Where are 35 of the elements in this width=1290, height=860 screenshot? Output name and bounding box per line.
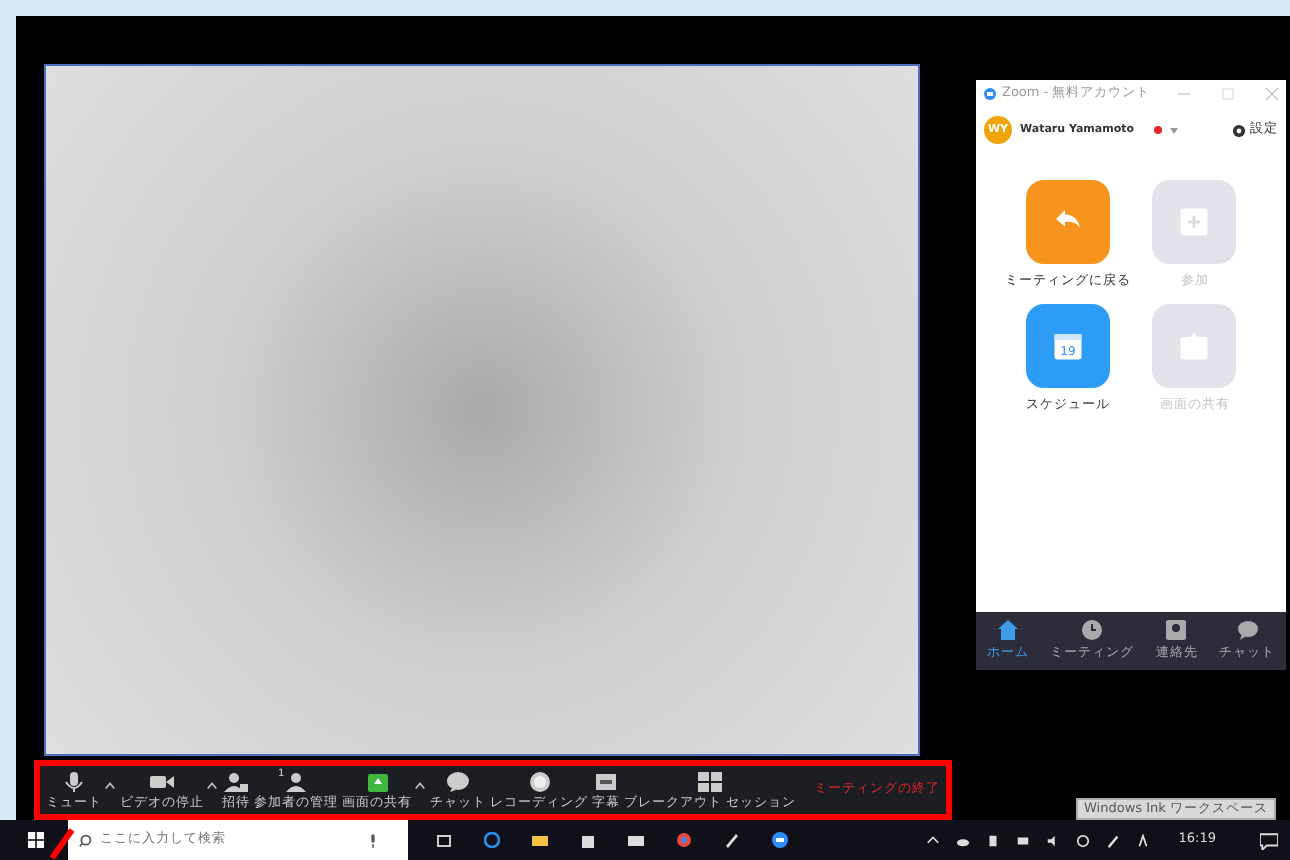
person-plus-icon	[224, 771, 248, 792]
clock-icon	[1082, 619, 1103, 640]
record-icon	[527, 771, 551, 792]
search-icon	[78, 833, 92, 847]
annotation-line	[48, 828, 76, 860]
captions-icon	[594, 771, 618, 792]
share-screen-icon	[365, 771, 389, 792]
grid-icon	[698, 771, 723, 792]
browser-icon	[484, 832, 500, 848]
minimize-icon	[1178, 88, 1190, 100]
video-camera-icon	[772, 832, 788, 848]
notification-icon	[1260, 831, 1278, 849]
keyboard-letter-icon	[1136, 833, 1151, 847]
task-view-icon	[436, 832, 452, 848]
video-camera-icon	[150, 771, 174, 792]
microphone-icon	[62, 771, 86, 792]
plus-icon	[1176, 204, 1213, 240]
home-icon	[997, 619, 1018, 640]
chevron-up-icon	[926, 833, 941, 847]
microphone-icon	[368, 833, 378, 847]
caret-icon	[1170, 127, 1179, 133]
pen-icon	[724, 832, 740, 848]
chrome-icon	[676, 832, 692, 848]
maximize-icon	[1222, 88, 1234, 100]
chat-bubble-icon	[446, 771, 470, 792]
pen-icon	[1106, 833, 1121, 847]
share-screen-icon	[1176, 327, 1213, 364]
chat-bubble-icon	[1237, 619, 1258, 640]
people-icon	[284, 771, 308, 792]
zoom-logo-icon	[984, 88, 996, 100]
volume-icon	[1046, 833, 1061, 847]
windows-logo-icon	[28, 832, 44, 848]
folder-icon	[532, 832, 548, 848]
close-icon	[1266, 88, 1278, 100]
contact-card-icon	[1166, 619, 1187, 640]
